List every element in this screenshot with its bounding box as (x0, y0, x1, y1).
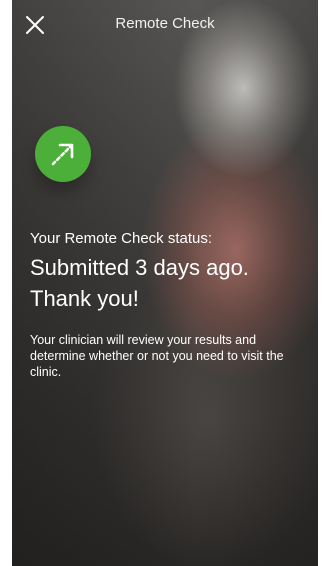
top-bar: Remote Check (12, 0, 318, 48)
status-content: Your Remote Check status: Submitted 3 da… (30, 230, 310, 380)
status-headline-line2: Thank you! (30, 286, 139, 311)
remote-check-screen: Remote Check Your Remote Check status: S… (12, 0, 318, 566)
status-headline-line1: Submitted 3 days ago. (30, 255, 249, 280)
page-title: Remote Check (115, 15, 215, 32)
arrow-up-right-icon (51, 143, 74, 166)
status-badge (35, 126, 91, 182)
status-message: Your clinician will review your results … (30, 333, 284, 379)
status-label: Your Remote Check status: (30, 230, 213, 247)
status-headline: Submitted 3 days ago. Thank you! (30, 252, 310, 314)
